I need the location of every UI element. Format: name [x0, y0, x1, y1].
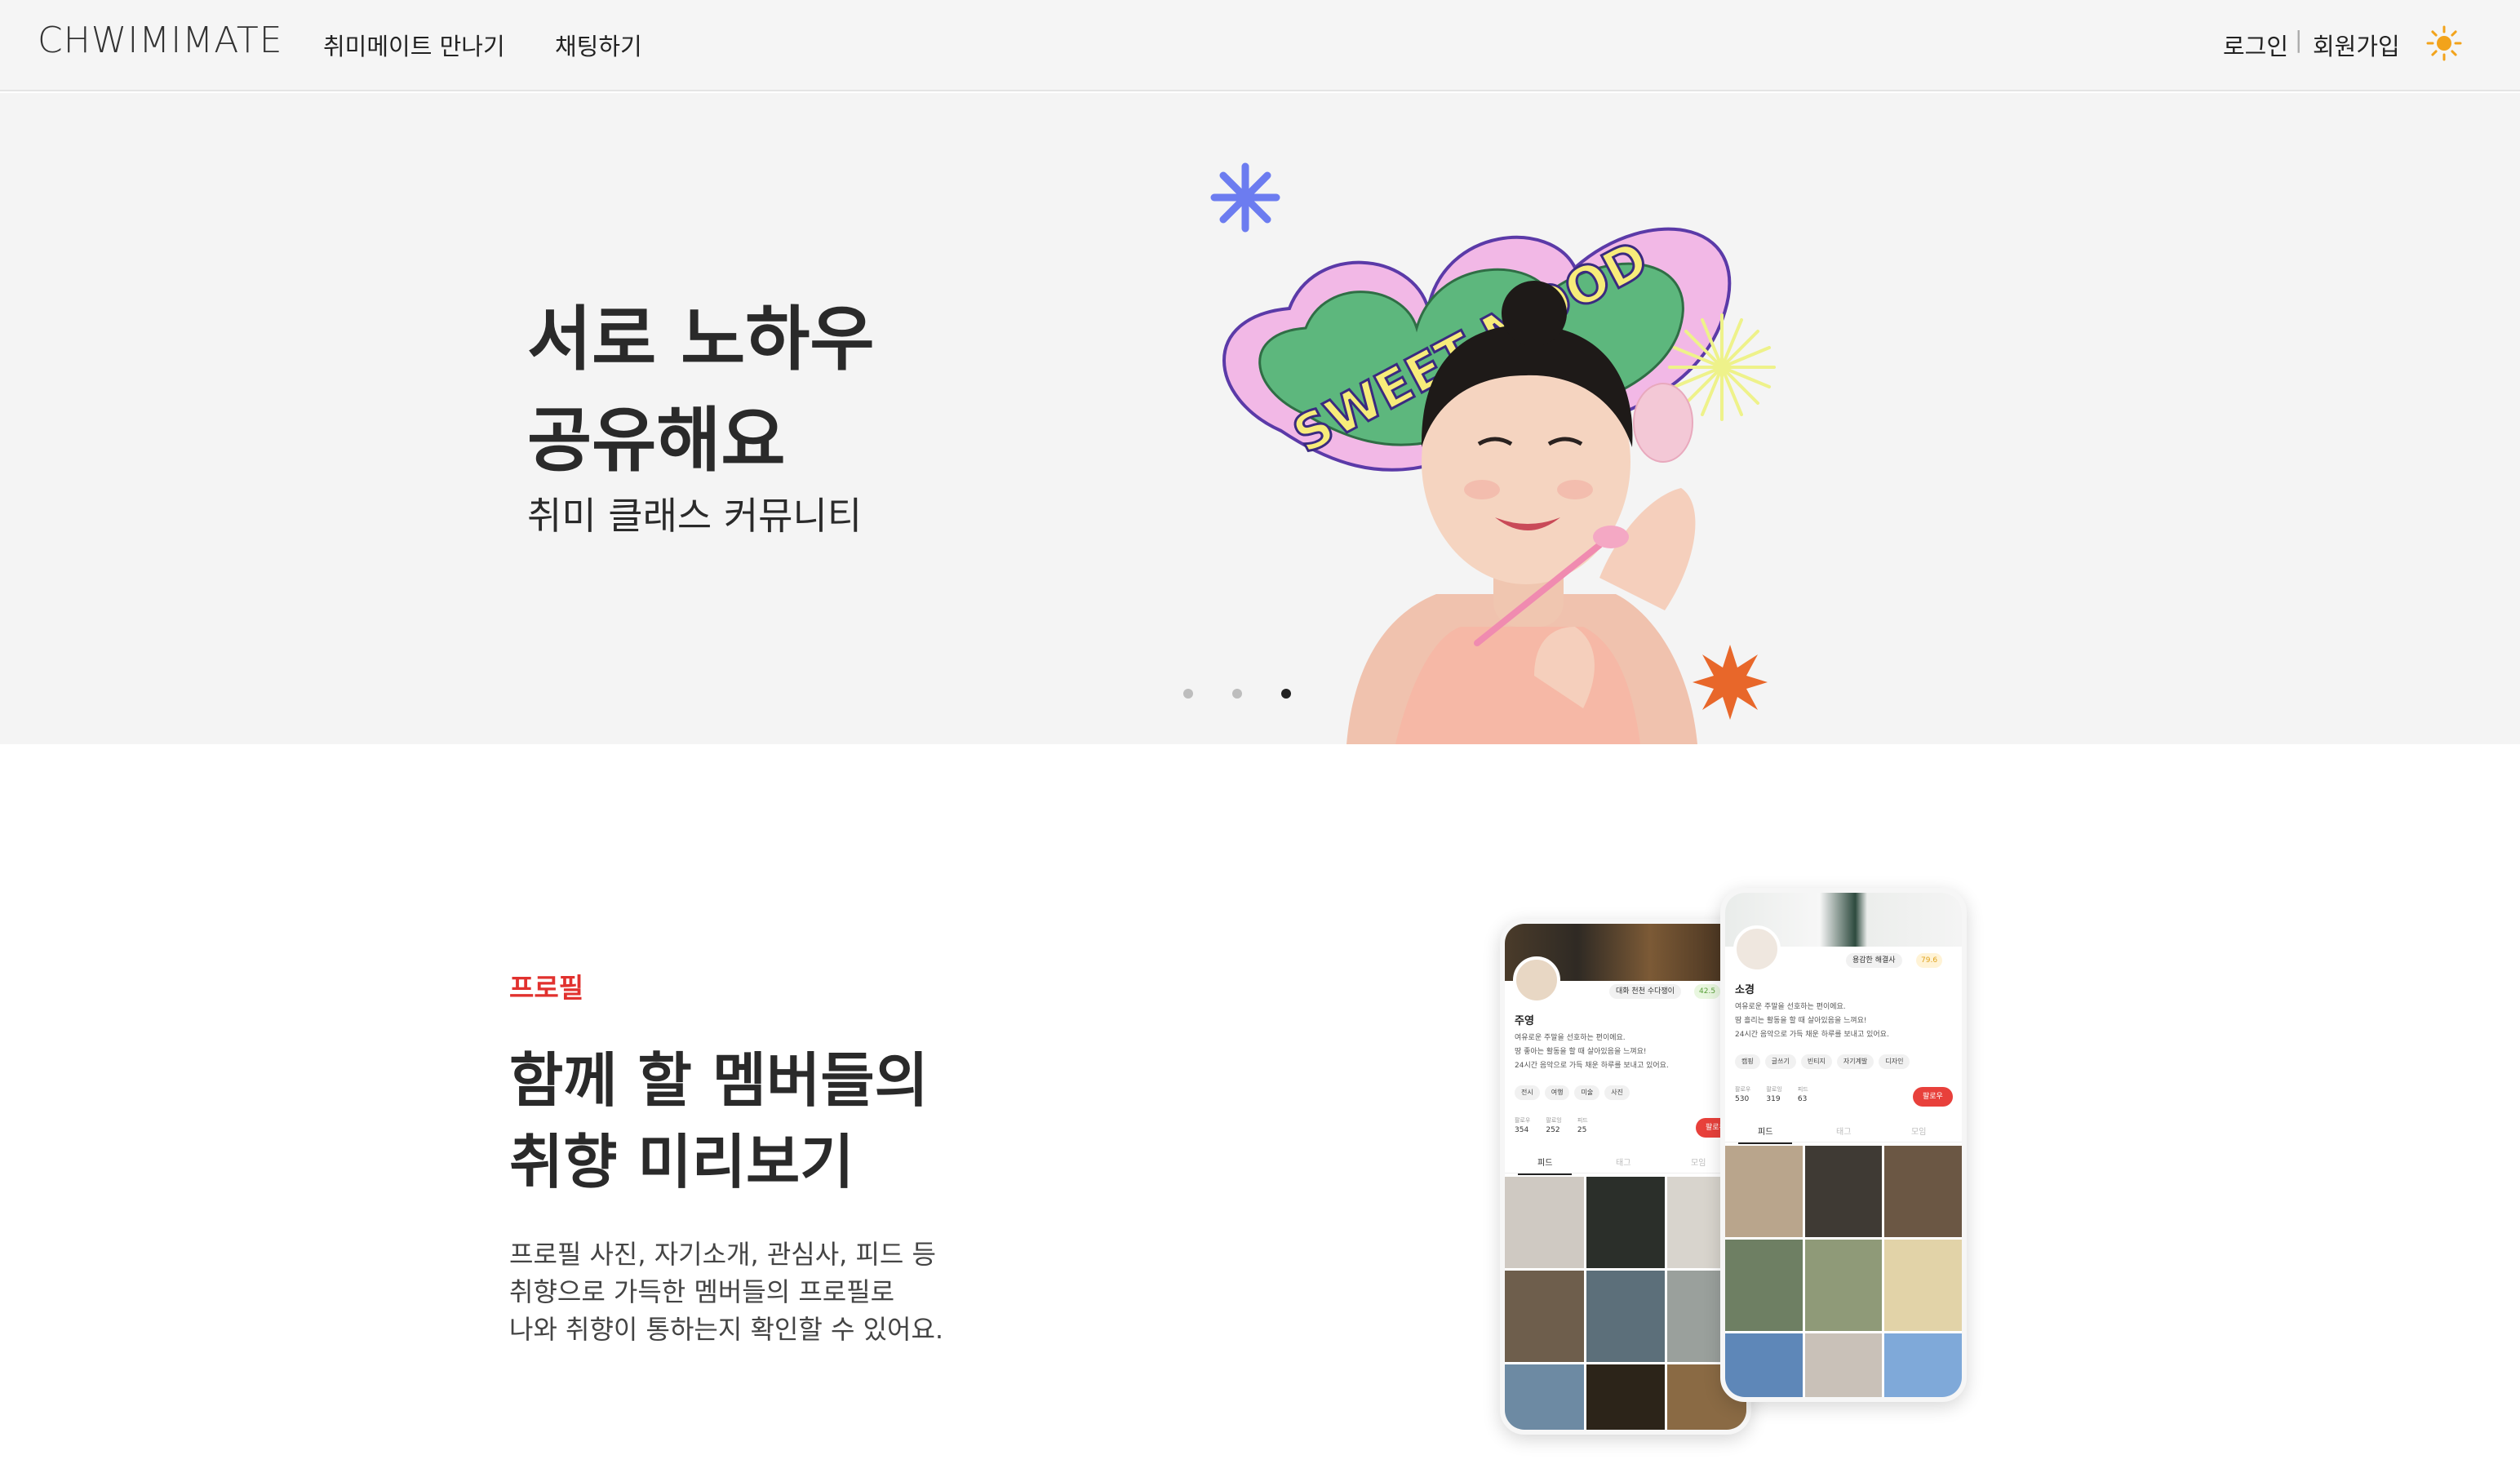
profile-score: 79.6 — [1916, 953, 1943, 968]
phone-mockup-profile-1: 대화 천천 수다쟁이 42.5 주영 여유로운 주말을 선호하는 편이에요. 땅… — [1500, 919, 1751, 1435]
stat-label: 팔로잉 — [1546, 1117, 1562, 1124]
stat-value: 530 — [1735, 1095, 1750, 1103]
feed-photo[interactable] — [1586, 1177, 1666, 1268]
hero-subtitle: 취미 클래스 커뮤니티 — [527, 494, 863, 538]
carousel-dot-2[interactable] — [1232, 689, 1242, 699]
feed-photo[interactable] — [1725, 1146, 1803, 1237]
profile-name: 주영 — [1515, 1015, 1534, 1027]
feed-photo[interactable] — [1586, 1271, 1666, 1362]
feed-photo[interactable] — [1884, 1146, 1962, 1237]
stat-value: 354 — [1515, 1126, 1529, 1134]
top-navigation-bar: CHWIMIMATE 취미메이트 만나기 채팅하기 로그인 | 회원가입 — [0, 0, 2520, 91]
section-tag: 프로필 — [509, 972, 584, 1004]
sun-icon[interactable] — [2425, 24, 2463, 62]
profile-bio: 여유로운 주말을 선호하는 편이에요. 땀 흘리는 활동을 할 때 살아있음을 … — [1735, 1003, 1889, 1039]
feed-photo[interactable] — [1725, 1333, 1803, 1397]
feed-photo-grid — [1725, 1146, 1962, 1397]
signup-link[interactable]: 회원가입 — [2313, 28, 2400, 62]
stat-followers: 팔로우 530 — [1735, 1085, 1750, 1103]
feed-photo-grid — [1505, 1177, 1746, 1430]
interest-tag: 글쓰기 — [1764, 1054, 1796, 1069]
site-logo[interactable]: CHWIMIMATE — [38, 20, 283, 61]
stat-feeds: 피드 63 — [1798, 1085, 1808, 1103]
profile-stats: 팔로우 530 팔로잉 319 피드 63 — [1735, 1085, 1820, 1104]
stat-label: 팔로우 — [1515, 1117, 1531, 1124]
hero-title: 서로 노하우 공유해요 — [527, 299, 875, 481]
profile-name: 소경 — [1735, 984, 1755, 996]
tab-feed[interactable]: 피드 — [1517, 1156, 1573, 1175]
stat-label: 팔로우 — [1735, 1086, 1751, 1093]
profile-stats: 팔로우 354 팔로잉 252 피드 25 — [1515, 1116, 1599, 1135]
profile-tabs: 피드 태그 모임 — [1505, 1149, 1746, 1175]
follow-button[interactable]: 팔로우 — [1913, 1087, 1953, 1107]
tab-tag[interactable]: 태그 — [1616, 1156, 1630, 1168]
avatar — [1513, 956, 1560, 1004]
profile-interest-tags: 캠핑 글쓰기 빈티지 자기계발 디자인 — [1735, 1051, 1914, 1069]
profile-badge: 대화 천천 수다쟁이 — [1609, 984, 1681, 999]
tab-tag[interactable]: 태그 — [1836, 1125, 1851, 1137]
stat-value: 319 — [1766, 1095, 1781, 1103]
feed-photo[interactable] — [1505, 1177, 1584, 1268]
stat-following: 팔로잉 252 — [1546, 1116, 1561, 1134]
tab-meetup[interactable]: 모임 — [1691, 1156, 1706, 1168]
feed-photo[interactable] — [1884, 1333, 1962, 1397]
feed-photo[interactable] — [1884, 1240, 1962, 1331]
feed-photo[interactable] — [1804, 1146, 1883, 1237]
carousel-dot-3-active[interactable] — [1281, 689, 1291, 699]
interest-tag: 미술 — [1574, 1085, 1600, 1100]
stat-label: 피드 — [1577, 1117, 1588, 1124]
auth-separator: | — [2295, 26, 2303, 53]
section-title: 함께 할 멤버들의 취향 미리보기 — [509, 1046, 929, 1196]
feed-photo[interactable] — [1505, 1364, 1584, 1430]
stat-value: 25 — [1577, 1126, 1587, 1134]
nav-chat[interactable]: 채팅하기 — [555, 28, 642, 62]
stat-value: 63 — [1797, 1095, 1808, 1103]
interest-tag: 디자인 — [1879, 1054, 1910, 1069]
interest-tag: 여행 — [1544, 1085, 1570, 1100]
stat-feeds: 피드 25 — [1577, 1116, 1588, 1134]
feed-photo[interactable] — [1804, 1240, 1883, 1331]
stat-label: 피드 — [1797, 1086, 1808, 1093]
feed-photo[interactable] — [1586, 1364, 1666, 1430]
interest-tag: 사진 — [1604, 1085, 1630, 1100]
profile-interest-tags: 전시 여행 미술 사진 — [1515, 1082, 1635, 1100]
profile-bio: 여유로운 주말을 선호하는 편이에요. 땅 좋아는 활동을 할 때 살아있음을 … — [1515, 1034, 1669, 1070]
stat-following: 팔로잉 319 — [1766, 1085, 1781, 1103]
interest-tag: 전시 — [1515, 1085, 1540, 1100]
avatar — [1733, 925, 1781, 973]
hero-banner: 서로 노하우 공유해요 취미 클래스 커뮤니티 SWEET MOOD — [0, 93, 2520, 744]
feed-photo[interactable] — [1804, 1333, 1883, 1397]
stat-value: 252 — [1546, 1126, 1560, 1134]
hero-illustration: SWEET MOOD — [1210, 162, 1776, 744]
asterisk-blue-icon — [1210, 162, 1280, 233]
interest-tag: 캠핑 — [1735, 1054, 1760, 1069]
feed-photo[interactable] — [1725, 1240, 1803, 1331]
feed-photo[interactable] — [1505, 1271, 1584, 1362]
login-link[interactable]: 로그인 — [2223, 28, 2288, 62]
section-description: 프로필 사진, 자기소개, 관심사, 피드 등 취향으로 가득한 멤버들의 프로… — [509, 1239, 944, 1345]
stat-label: 팔로잉 — [1766, 1086, 1782, 1093]
starburst-orange-icon — [1693, 645, 1768, 720]
profile-tabs: 피드 태그 모임 — [1725, 1118, 1962, 1144]
profile-score: 42.5 — [1694, 984, 1721, 999]
interest-tag: 빈티지 — [1800, 1054, 1832, 1069]
carousel-dot-1[interactable] — [1183, 689, 1193, 699]
profile-badge: 용감한 해결사 — [1846, 953, 1902, 968]
phone-mockup-profile-2: 용감한 해결사 79.6 소경 여유로운 주말을 선호하는 편이에요. 땀 흘리… — [1720, 888, 1967, 1402]
stat-followers: 팔로우 354 — [1515, 1116, 1530, 1134]
nav-meet-mates[interactable]: 취미메이트 만나기 — [323, 28, 505, 62]
interest-tag: 자기계발 — [1836, 1054, 1874, 1069]
tab-feed[interactable]: 피드 — [1737, 1125, 1794, 1144]
tab-meetup[interactable]: 모임 — [1911, 1125, 1926, 1137]
